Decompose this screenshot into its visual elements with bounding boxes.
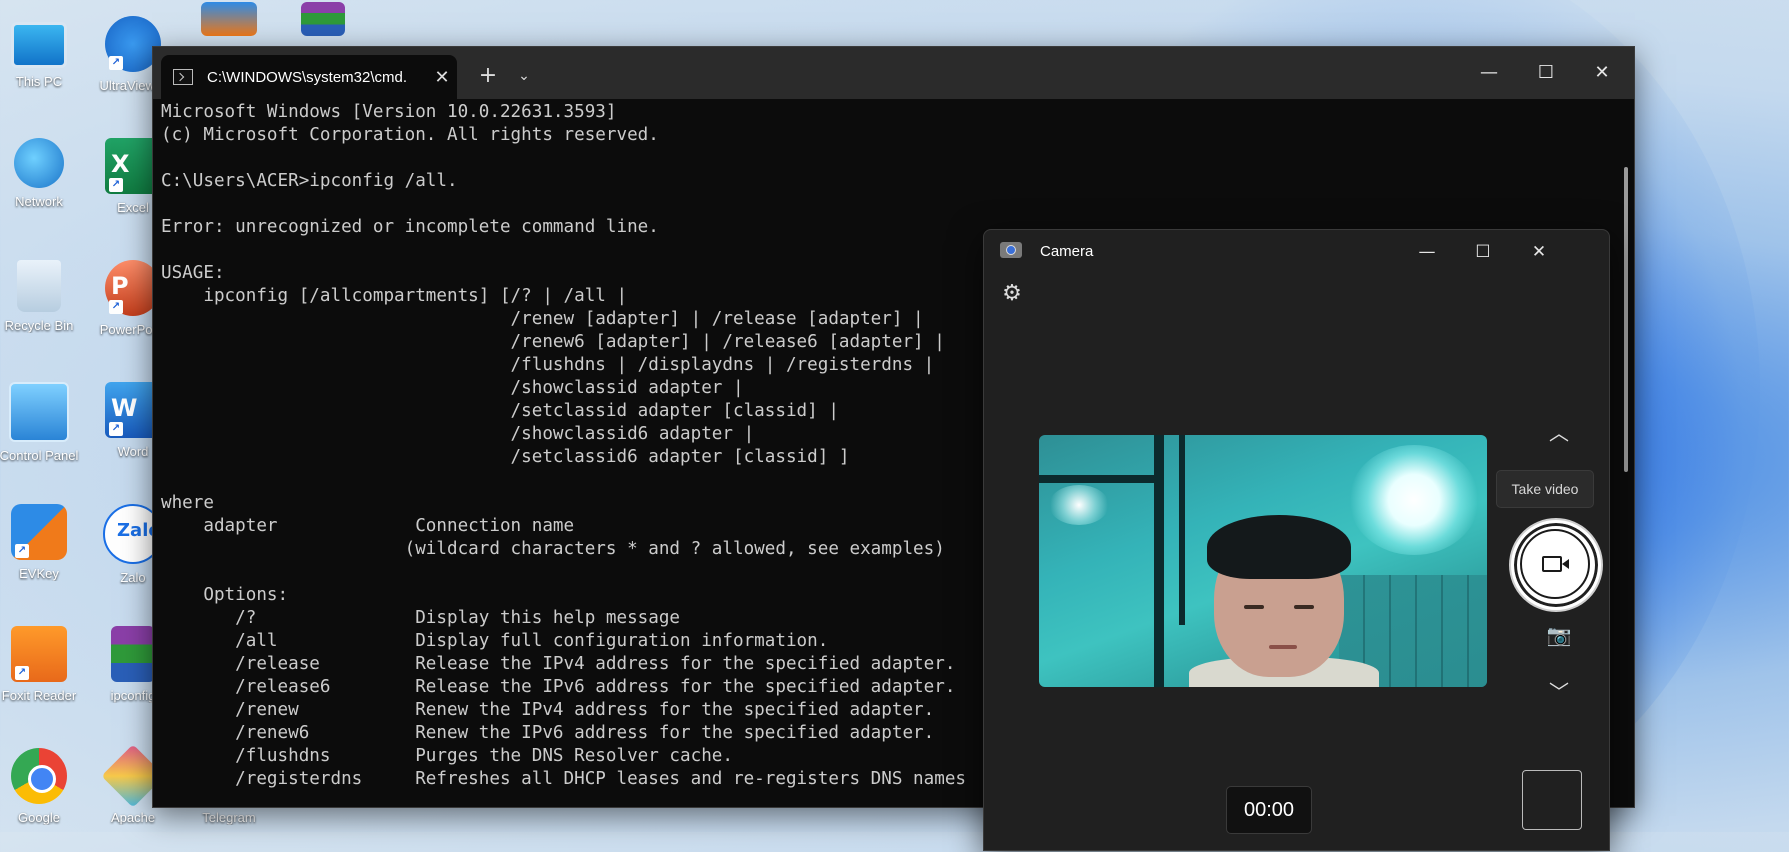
close-button[interactable]: ✕ [1516, 234, 1562, 270]
desktop-icon-label: Control Panel [0, 448, 79, 463]
desktop-icon-google[interactable]: Google [0, 742, 82, 852]
desktop-icon-label: This PC [15, 74, 63, 89]
desktop-icon-label: EVKey [19, 566, 59, 581]
take-video-tooltip: Take video [1496, 470, 1594, 508]
recording-timer: 00:00 [1226, 786, 1312, 834]
terminal-titlebar[interactable]: C:\WINDOWS\system32\cmd. ✕ + ⌄ — ☐ ✕ [153, 47, 1634, 99]
desktop-icon-label: Apache [110, 810, 156, 825]
control-panel-icon [9, 382, 69, 442]
desktop-icon-top-app[interactable] [186, 0, 272, 36]
desktop-icon-top-archive[interactable] [280, 0, 366, 36]
preview-light [1349, 445, 1479, 555]
recycle-bin-icon [17, 260, 61, 312]
chevron-down-icon[interactable]: ⌄ [509, 61, 539, 91]
app-icon [201, 2, 257, 36]
camera-titlebar[interactable]: Camera — ☐ ✕ [984, 230, 1609, 274]
chevron-down-icon[interactable]: ﹀ [1539, 678, 1579, 706]
desktop-icon-recycle-bin[interactable]: Recycle Bin [0, 254, 82, 364]
preview-person-hair [1207, 515, 1351, 579]
maximize-button[interactable]: ☐ [1460, 234, 1506, 270]
desktop-icon-evkey[interactable]: ↗ EVKey [0, 498, 82, 608]
last-capture-thumbnail[interactable] [1522, 770, 1582, 830]
desktop-icon-label: Google [18, 810, 60, 825]
desktop-icon-label: Recycle Bin [4, 318, 74, 333]
maximize-button[interactable]: ☐ [1523, 53, 1569, 93]
gear-icon[interactable]: ⚙ [998, 280, 1026, 308]
chrome-icon [11, 748, 67, 804]
camera-preview [1039, 435, 1487, 687]
cmd-icon [173, 69, 193, 85]
tab-title: C:\WINDOWS\system32\cmd. [207, 68, 408, 86]
desktop-icon-label: Telegram [202, 810, 256, 825]
network-globe-icon [14, 138, 64, 188]
preview-window-frame [1179, 435, 1185, 625]
camera-title: Camera [1040, 243, 1094, 260]
desktop-icon-this-pc[interactable]: This PC [0, 10, 82, 120]
preview-person-mouth [1269, 645, 1297, 649]
monitor-icon [11, 22, 67, 68]
minimize-button[interactable]: — [1466, 53, 1512, 93]
record-video-button[interactable] [1511, 520, 1601, 610]
preview-person-eye [1244, 605, 1264, 609]
preview-person-eye [1294, 605, 1314, 609]
desktop-icon-label: Network [15, 194, 63, 209]
desktop-icon-foxit-reader[interactable]: ↗ Foxit Reader [0, 620, 82, 730]
winrar-archive-icon [111, 626, 155, 682]
preview-light [1049, 485, 1109, 525]
camera-window[interactable]: Camera — ☐ ✕ ⚙ ︿ Take video 📷 ﹀ 00:00 [983, 229, 1610, 851]
terminal-tab[interactable]: C:\WINDOWS\system32\cmd. ✕ [161, 55, 457, 99]
foxit-pdf-icon: ↗ [11, 626, 67, 682]
desktop-icon-label: Foxit Reader [1, 688, 77, 703]
preview-window-frame [1039, 475, 1164, 483]
close-tab-icon[interactable]: ✕ [427, 67, 457, 88]
photo-camera-icon[interactable]: 📷 [1539, 620, 1579, 650]
video-camera-icon [1542, 556, 1569, 572]
winrar-archive-icon [301, 2, 345, 36]
evkey-icon: ↗ [11, 504, 67, 560]
preview-window-frame [1154, 435, 1164, 687]
scrollbar-thumb[interactable] [1624, 167, 1628, 472]
minimize-button[interactable]: — [1404, 234, 1450, 270]
desktop-icon-control-panel[interactable]: Control Panel [0, 376, 82, 486]
desktop-icon-network[interactable]: Network [0, 132, 82, 242]
plus-icon[interactable]: + [471, 61, 505, 91]
chevron-up-icon[interactable]: ︿ [1539, 419, 1579, 447]
camera-app-icon [1000, 242, 1022, 258]
close-button[interactable]: ✕ [1579, 53, 1625, 93]
